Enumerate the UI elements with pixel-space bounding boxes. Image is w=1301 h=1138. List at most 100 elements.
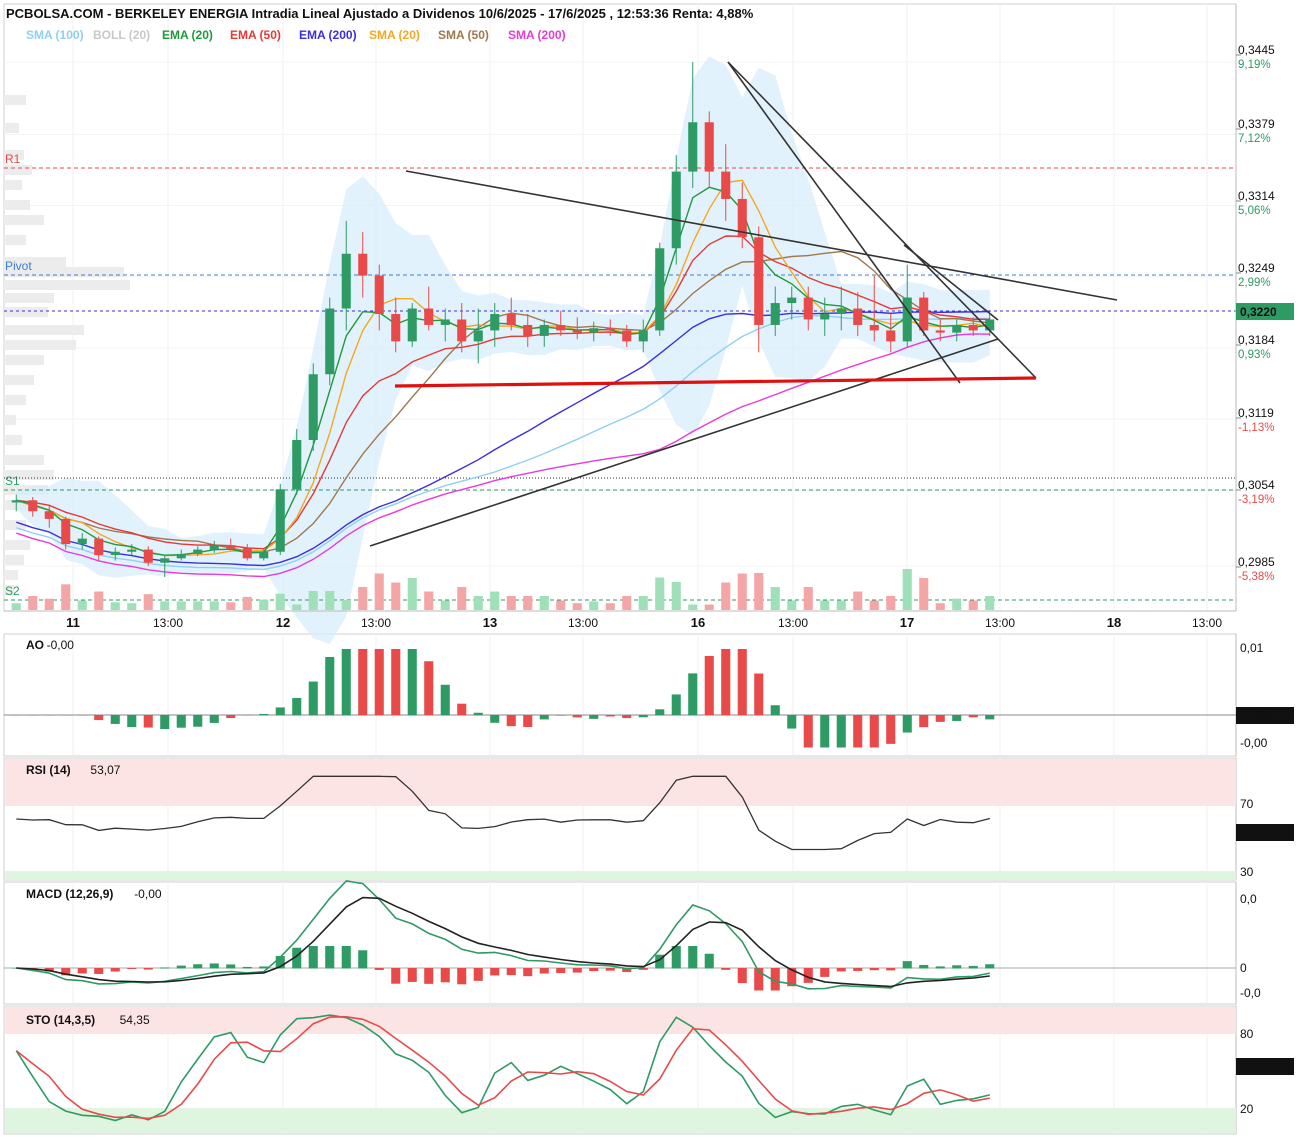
panel-value: -0,00 — [134, 887, 162, 901]
macd-histogram-bar — [556, 968, 566, 974]
candle-body — [176, 553, 186, 559]
volume-profile-bar — [4, 123, 19, 133]
macd-histogram-bar — [193, 964, 203, 969]
volume-bar — [457, 587, 467, 610]
ao-bar — [308, 681, 318, 716]
time-tick-label: 13:00 — [153, 616, 183, 630]
volume-bar — [110, 602, 120, 610]
rsi-oversold-zone — [5, 871, 1236, 880]
macd-histogram-bar — [325, 946, 335, 969]
volume-bar — [968, 600, 978, 610]
volume-bar — [407, 578, 417, 610]
volume-bar — [836, 600, 846, 610]
volume-profile-bar — [4, 570, 18, 580]
macd-histogram-bar — [127, 968, 137, 969]
candle-body — [110, 551, 120, 556]
time-tick-label: 11 — [66, 615, 80, 630]
macd-histogram-bar — [935, 966, 945, 969]
candle-body — [638, 330, 648, 342]
candle-body — [259, 551, 269, 559]
sto-axis-label: 20 — [1240, 1102, 1254, 1116]
volume-bar — [688, 604, 698, 610]
macd-histogram-bar — [902, 961, 912, 969]
time-tick-label: 13 — [483, 615, 497, 630]
price-tick-label: 0,3249 — [1238, 261, 1275, 275]
ao-bar — [160, 715, 170, 729]
time-tick-label: 13:00 — [568, 616, 598, 630]
candle-body — [325, 308, 335, 375]
price-tick-label: 0,3314 — [1238, 189, 1275, 203]
macd-histogram-bar — [176, 965, 186, 969]
volume-bar — [556, 600, 566, 610]
volume-bar — [754, 573, 764, 610]
volume-bar — [952, 598, 962, 610]
volume-bar — [308, 591, 318, 610]
ao-bar — [704, 655, 714, 716]
ao-bar — [721, 649, 731, 716]
panel-value: 53,07 — [90, 763, 120, 777]
candle-body — [275, 489, 285, 552]
macd-histogram-bar — [605, 968, 615, 971]
price-tick-label: 0,3119 — [1238, 406, 1274, 420]
volume-bar — [374, 573, 384, 610]
volume-bar — [886, 596, 896, 610]
macd-histogram-bar — [358, 950, 368, 969]
volume-bar — [853, 591, 863, 610]
candle-body — [242, 548, 252, 559]
candle-body — [539, 324, 549, 336]
macd-histogram-bar — [407, 968, 417, 982]
time-tick-label: 12 — [276, 615, 290, 630]
ao-bar — [440, 684, 450, 716]
volume-profile-bar — [4, 540, 30, 550]
candle-body — [968, 324, 978, 331]
ao-bar — [44, 715, 54, 716]
candle-body — [61, 518, 71, 545]
macd-axis-label: 0 — [1240, 961, 1247, 975]
volume-profile-bar — [4, 355, 44, 365]
macd-histogram-bar — [869, 968, 879, 971]
macd-histogram-bar — [539, 968, 549, 974]
candle-body — [490, 314, 500, 331]
time-tick-label: 13:00 — [1192, 616, 1222, 630]
candle-body — [952, 324, 962, 333]
volume-profile-bar — [4, 200, 30, 210]
ao-bar — [539, 715, 549, 720]
volume-bar — [506, 596, 516, 610]
macd-histogram-bar — [704, 953, 714, 969]
candle-body — [754, 237, 764, 325]
candle-body — [457, 319, 467, 342]
level-s2-label: S2 — [5, 584, 20, 598]
macd-histogram-bar — [341, 946, 351, 969]
volume-profile-bar — [4, 375, 34, 385]
ao-bar — [143, 715, 153, 728]
candle-body — [770, 303, 780, 325]
panel-name: STO (14,3,5) — [26, 1013, 95, 1027]
candle-body — [556, 324, 566, 331]
candle-body — [853, 308, 863, 325]
volume-bar — [209, 601, 219, 610]
candle — [308, 363, 318, 451]
level-s1-label: S1 — [5, 474, 20, 488]
candle-body — [11, 500, 21, 503]
volume-bar — [919, 578, 929, 610]
volume-bar — [341, 600, 351, 610]
price-tick-label: 0,3379 — [1238, 117, 1275, 131]
candle-body — [721, 171, 731, 199]
ao-bar — [209, 715, 219, 723]
ao-bar — [176, 715, 186, 728]
candle-body — [127, 549, 137, 552]
macd-histogram-bar — [523, 968, 533, 977]
volume-bar — [787, 600, 797, 610]
ao-bar — [556, 715, 566, 716]
volume-bar — [902, 569, 912, 610]
candle-body — [341, 253, 351, 309]
volume-bar — [259, 599, 269, 610]
candle-body — [622, 330, 632, 342]
volume-profile-bar — [4, 325, 84, 335]
macd-histogram-bar — [424, 968, 434, 984]
volume-bar — [737, 573, 747, 610]
macd-histogram-bar — [836, 968, 846, 972]
current-price-label: 0,3220 — [1240, 305, 1277, 319]
candle-body — [902, 297, 912, 342]
price-tick-pct: 9,19% — [1238, 59, 1271, 71]
